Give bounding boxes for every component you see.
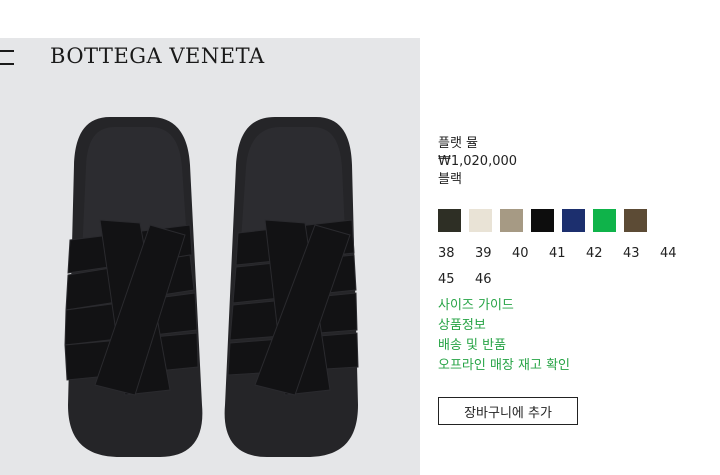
- product-links: 사이즈 가이드 상품정보 배송 및 반품 오프라인 매장 재고 확인: [438, 296, 713, 376]
- hamburger-menu-icon[interactable]: [0, 50, 14, 66]
- size-option[interactable]: 39: [475, 245, 512, 262]
- product-image-panel: [0, 38, 420, 475]
- shipping-returns-link[interactable]: 배송 및 반품: [438, 336, 713, 356]
- color-swatch[interactable]: [500, 209, 523, 232]
- size-option[interactable]: 40: [512, 245, 549, 262]
- store-stock-link[interactable]: 오프라인 매장 재고 확인: [438, 356, 713, 376]
- size-guide-link[interactable]: 사이즈 가이드: [438, 296, 713, 316]
- brand-logo[interactable]: BOTTEGA VENETA: [50, 44, 265, 68]
- product-info-panel: 플랫 뮬 ₩1,020,000 블랙 38 39 40 41 42 43 44 …: [438, 135, 713, 425]
- product-image[interactable]: [40, 105, 385, 460]
- product-name: 플랫 뮬: [438, 136, 479, 151]
- size-option[interactable]: 43: [623, 245, 660, 262]
- site-header: BOTTEGA VENETA: [0, 40, 420, 76]
- size-option[interactable]: 41: [549, 245, 586, 262]
- size-selector: 38 39 40 41 42 43 44 45 46: [438, 245, 700, 288]
- product-page: BOTTEGA VENETA 플랫 뮬 ₩1,020,000 블랙 38 39 …: [0, 0, 720, 475]
- size-option[interactable]: 42: [586, 245, 623, 262]
- color-swatches: [438, 209, 713, 232]
- product-info-link[interactable]: 상품정보: [438, 316, 713, 336]
- size-option[interactable]: 38: [438, 245, 475, 262]
- color-swatch[interactable]: [531, 209, 554, 232]
- color-swatch[interactable]: [593, 209, 616, 232]
- size-option[interactable]: 45: [438, 271, 475, 288]
- size-option[interactable]: 46: [475, 271, 512, 288]
- color-swatch[interactable]: [438, 209, 461, 232]
- color-swatch[interactable]: [562, 209, 585, 232]
- size-option[interactable]: 44: [660, 245, 697, 262]
- selected-color-name: 블랙: [438, 172, 462, 187]
- color-swatch[interactable]: [469, 209, 492, 232]
- add-to-cart-button[interactable]: 장바구니에 추가: [438, 397, 578, 425]
- product-price: ₩1,020,000: [438, 154, 518, 169]
- color-swatch[interactable]: [624, 209, 647, 232]
